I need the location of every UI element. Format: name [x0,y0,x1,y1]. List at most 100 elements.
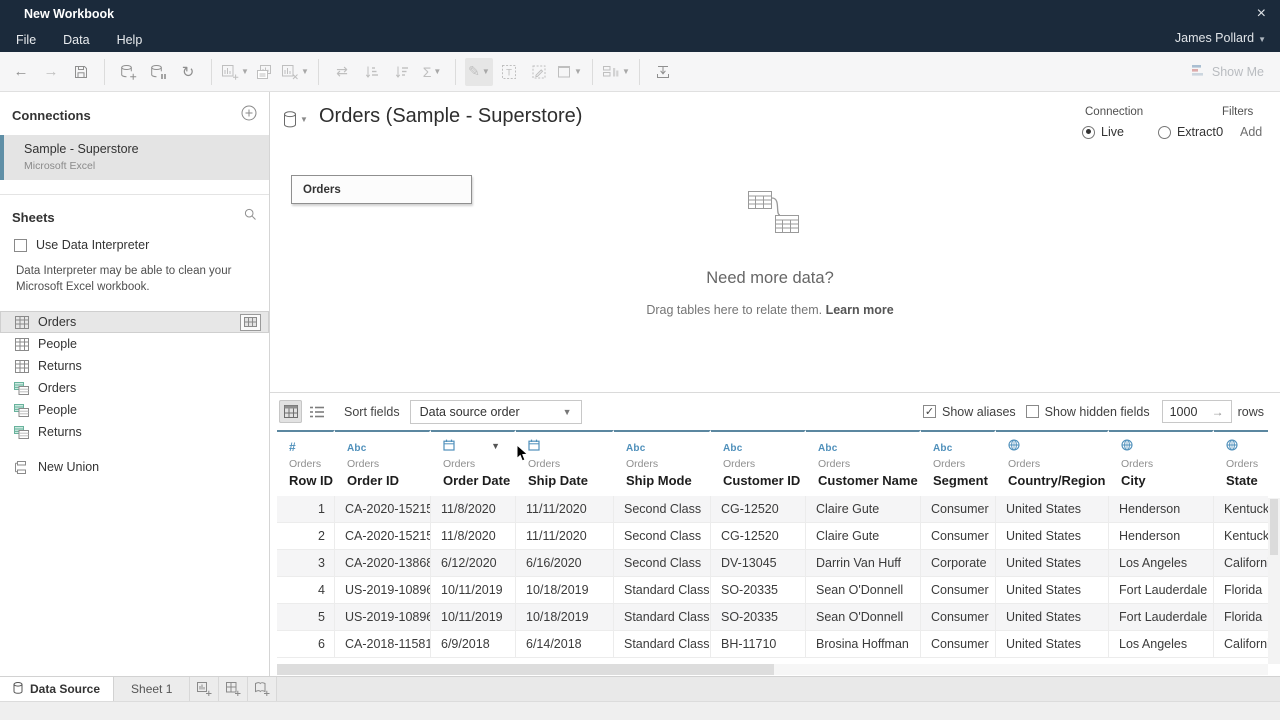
learn-more-link[interactable]: Learn more [826,303,894,317]
datasource-title: Orders (Sample - Superstore) [319,105,582,128]
fit-button[interactable]: ▼ [602,58,630,86]
column-header-row-id[interactable]: #OrdersRow ID [277,430,335,496]
cell: Henderson [1109,496,1214,523]
cell: United States [996,631,1109,658]
column-header-segment[interactable]: AbcOrdersSegment [921,430,996,496]
cell: Consumer [921,604,996,631]
swap-rows-columns-button[interactable]: ⇄ [328,58,356,86]
run-auto-updates-button[interactable]: ↻ [174,58,202,86]
add-connection-icon[interactable] [241,105,257,126]
column-header-order-date[interactable]: ▼OrdersOrder Date [431,430,516,496]
column-header-country-region[interactable]: OrdersCountry/Region [996,430,1109,496]
vertical-scrollbar[interactable] [1268,498,1280,664]
grid-view-toggle[interactable] [279,400,302,423]
fix-axes-button[interactable] [525,58,553,86]
sort-fields-dropdown[interactable]: Data source order ▼ [410,400,582,424]
sheet-item-people-range[interactable]: People [0,399,269,421]
column-header-customer-name[interactable]: AbcOrdersCustomer Name [806,430,921,496]
relationship-canvas: ▼ Orders (Sample - Superstore) Connectio… [270,92,1280,393]
field-type-text-icon: Abc [933,438,953,456]
back-button[interactable]: ← [7,58,35,86]
table-icon [14,360,29,373]
connection-item[interactable]: Sample - Superstore Microsoft Excel [0,135,269,180]
grid-toolbar: Sort fields Data source order ▼ ✓ Show a… [270,393,1280,430]
sheet-item-returns[interactable]: Returns [0,355,269,377]
cell: Corporate [921,550,996,577]
menu-file[interactable]: File [16,33,36,47]
close-icon[interactable]: × [1257,5,1266,23]
datasource-icon[interactable]: ▼ [283,111,308,128]
column-header-state[interactable]: OrdersState [1214,430,1268,496]
cell: Consumer [921,523,996,550]
column-source: Orders [1008,458,1107,470]
metadata-view-toggle[interactable] [305,400,328,423]
cell: CG-12520 [711,523,806,550]
field-type-text-icon: Abc [347,438,367,456]
highlight-button[interactable]: ✎▼ [465,58,493,86]
user-menu[interactable]: James Pollard▼ [1175,31,1266,45]
sort-ascending-button[interactable] [358,58,386,86]
show-aliases-checkbox[interactable]: ✓ [923,405,936,418]
tab-data-source[interactable]: Data Source [0,677,114,701]
cell: Claire Gute [806,496,921,523]
new-worksheet-button[interactable] [190,677,219,701]
connections-header: Connections [12,108,91,123]
cell: CA-2018-115812 [335,631,431,658]
clear-sheet-button[interactable]: ▼ [281,58,309,86]
extract-radio[interactable] [1158,126,1171,139]
sheet-item-people[interactable]: People [0,333,269,355]
totals-button[interactable]: Σ▼ [418,58,446,86]
presentation-mode-button[interactable] [649,58,677,86]
save-button[interactable] [67,58,95,86]
use-data-interpreter[interactable]: Use Data Interpreter [0,235,269,252]
column-header-ship-date[interactable]: OrdersShip Date [516,430,614,496]
rows-input[interactable]: 1000 → [1162,400,1232,423]
sheet-item-returns-range[interactable]: Returns [0,421,269,443]
show-mark-labels-button[interactable]: T [495,58,523,86]
menu-bar: File Data Help [16,31,169,49]
show-aliases-label: Show aliases [942,405,1016,419]
column-header-order-id[interactable]: AbcOrdersOrder ID [335,430,431,496]
toolbar-separator [455,59,456,85]
cell: Claire Gute [806,523,921,550]
show-hidden-fields-checkbox[interactable] [1026,405,1039,418]
field-type-date-icon [528,438,540,456]
sheet-item-label: People [38,337,77,351]
sheet-item-label: Orders [38,315,76,329]
horizontal-scrollbar[interactable] [277,664,1268,675]
menu-help[interactable]: Help [117,33,143,47]
column-header-customer-id[interactable]: AbcOrdersCustomer ID [711,430,806,496]
column-menu-icon[interactable]: ▼ [491,441,500,451]
column-header-city[interactable]: OrdersCity [1109,430,1214,496]
table-icon [14,316,29,329]
sort-descending-button[interactable] [388,58,416,86]
sheet-item-orders[interactable]: Orders [0,311,269,333]
new-dashboard-button[interactable] [219,677,248,701]
view-data-button[interactable] [240,314,261,331]
menu-data[interactable]: Data [63,33,89,47]
new-story-button[interactable] [248,677,277,701]
column-name: State [1226,473,1268,488]
vertical-scrollbar-thumb[interactable] [1270,499,1278,555]
tab-sheet1[interactable]: Sheet 1 [114,677,190,701]
show-me-button[interactable]: Show Me [1191,52,1264,91]
new-data-source-button[interactable] [114,58,142,86]
search-icon[interactable] [244,208,257,226]
filters-add-button[interactable]: Add [1240,125,1262,139]
horizontal-scrollbar-thumb[interactable] [277,664,774,675]
data-interpreter-checkbox[interactable] [14,239,27,252]
format-workbook-button[interactable]: ▼ [555,58,583,86]
cell: Florida [1214,577,1268,604]
new-union-item[interactable]: New Union [0,456,269,478]
pause-auto-updates-button[interactable] [144,58,172,86]
column-header-ship-mode[interactable]: AbcOrdersShip Mode [614,430,711,496]
column-name: Row ID [289,473,333,488]
new-worksheet-button[interactable]: ▼ [221,58,249,86]
sheet-item-orders-range[interactable]: Orders [0,377,269,399]
duplicate-sheet-button[interactable] [251,58,279,86]
live-radio[interactable] [1082,126,1095,139]
forward-button[interactable]: → [37,58,65,86]
field-type-text-icon: Abc [818,438,838,456]
cell: Second Class [614,523,711,550]
cell: 6 [277,631,335,658]
